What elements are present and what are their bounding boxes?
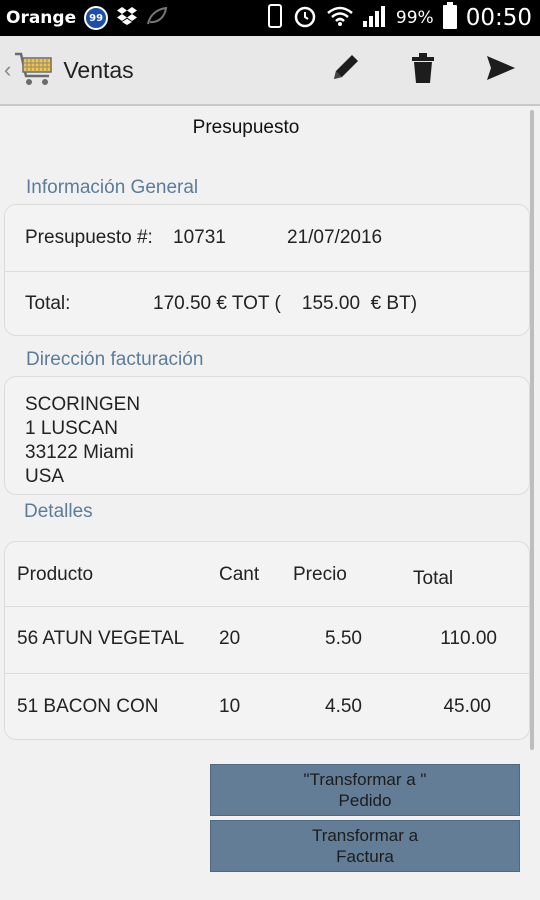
billing-address-card: SCORINGEN 1 LUSCAN 33122 Miami USA — [4, 376, 530, 495]
signal-strength-icon — [362, 4, 388, 33]
column-header-product: Producto — [17, 564, 94, 585]
table-row[interactable]: 56 ATUN VEGETAL 20 5.50 110.00 — [5, 607, 529, 673]
trash-icon — [409, 51, 437, 90]
column-header-total: Total — [413, 568, 454, 589]
quantity: 20 — [219, 628, 241, 649]
battery-percentage: 99% — [395, 8, 434, 28]
screen-title: Ventas — [63, 56, 134, 83]
line-total: 110.00 — [440, 628, 497, 649]
notification-count-badge: 99 — [84, 6, 109, 30]
document-number: 10731 — [173, 227, 226, 248]
screen-rotation-icon — [266, 3, 284, 34]
address-line: 1 LUSCAN — [25, 418, 118, 439]
divider — [5, 271, 529, 272]
column-header-quantity: Cant — [219, 564, 260, 585]
delete-button[interactable] — [384, 36, 462, 104]
clock-time: 00:50 — [465, 5, 532, 31]
transform-to-invoice-button[interactable]: Transformar a Factura — [210, 820, 520, 872]
line-total: 45.00 — [443, 696, 491, 717]
leaf-icon — [146, 6, 168, 31]
section-title-details: Detalles — [24, 501, 93, 522]
total-value: 170.50 € TOT ( 155.00 € BT) — [153, 293, 418, 314]
billing-address: SCORINGEN 1 LUSCAN 33122 Miami USA — [25, 393, 140, 489]
action-bar: ‹ Ventas — [0, 36, 540, 106]
address-line: 33122 Miami — [25, 442, 134, 463]
section-title-general-info: Información General — [26, 177, 199, 198]
status-bar: Orange 99 99% 00:50 — [0, 0, 540, 36]
edit-button[interactable] — [306, 36, 384, 104]
details-table: Producto Cant Precio Total 56 ATUN VEGET… — [4, 541, 530, 740]
column-header-price: Precio — [293, 564, 347, 585]
document-date: 21/07/2016 — [287, 227, 383, 248]
quantity: 10 — [219, 696, 241, 717]
shopping-cart-icon — [13, 46, 57, 95]
button-label: Transformar a Factura — [311, 826, 419, 866]
wifi-icon — [326, 5, 354, 32]
scrollbar[interactable] — [530, 110, 534, 750]
total-label: Total: — [25, 293, 71, 314]
carrier-name: Orange — [6, 8, 77, 28]
up-navigation-button[interactable]: ‹ Ventas — [0, 36, 134, 104]
dropbox-icon — [116, 6, 138, 31]
pencil-icon — [328, 51, 362, 90]
address-line: SCORINGEN — [25, 394, 141, 415]
table-row[interactable]: 51 BACON CON 10 4.50 45.00 — [5, 674, 529, 739]
button-label: "Transformar a " Pedido — [303, 770, 427, 810]
battery-icon — [442, 1, 458, 35]
alarm-clock-icon — [292, 3, 318, 34]
document-number-label: Presupuesto #: — [25, 227, 153, 248]
send-icon — [485, 54, 517, 87]
unit-price: 4.50 — [325, 696, 362, 717]
unit-price: 5.50 — [325, 628, 362, 649]
product-name: 56 ATUN VEGETAL — [17, 628, 185, 649]
transform-to-order-button[interactable]: "Transformar a " Pedido — [210, 764, 520, 816]
page-title: Presupuesto — [192, 117, 300, 138]
product-name: 51 BACON CON — [17, 696, 159, 717]
address-line: USA — [25, 466, 65, 487]
section-title-billing-address: Dirección facturación — [26, 349, 204, 370]
general-info-card: Presupuesto #: 10731 21/07/2016 Total: 1… — [4, 204, 530, 336]
chevron-left-icon: ‹ — [4, 57, 12, 82]
send-button[interactable] — [462, 36, 540, 104]
